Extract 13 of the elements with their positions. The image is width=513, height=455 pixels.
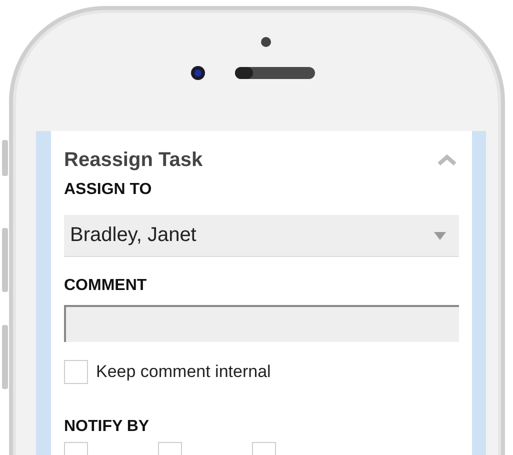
speaker-icon [234,66,316,80]
assign-to-label: ASSIGN TO [64,181,153,200]
comment-input-field[interactable] [64,305,459,342]
assignee-dropdown[interactable]: Bradley, Janet [64,215,459,257]
notify-by-label: NOTIFY BY [64,418,150,437]
collapse-chevron-icon[interactable] [437,154,457,166]
comment-label: COMMENT [64,277,148,296]
dropdown-caret-icon [433,230,447,240]
camera-icon [190,65,206,81]
panel-title: Reassign Task [64,148,203,172]
sensor-icon [260,36,272,48]
keep-internal-checkbox[interactable] [64,360,88,384]
keep-internal-label: Keep comment internal [96,362,271,382]
